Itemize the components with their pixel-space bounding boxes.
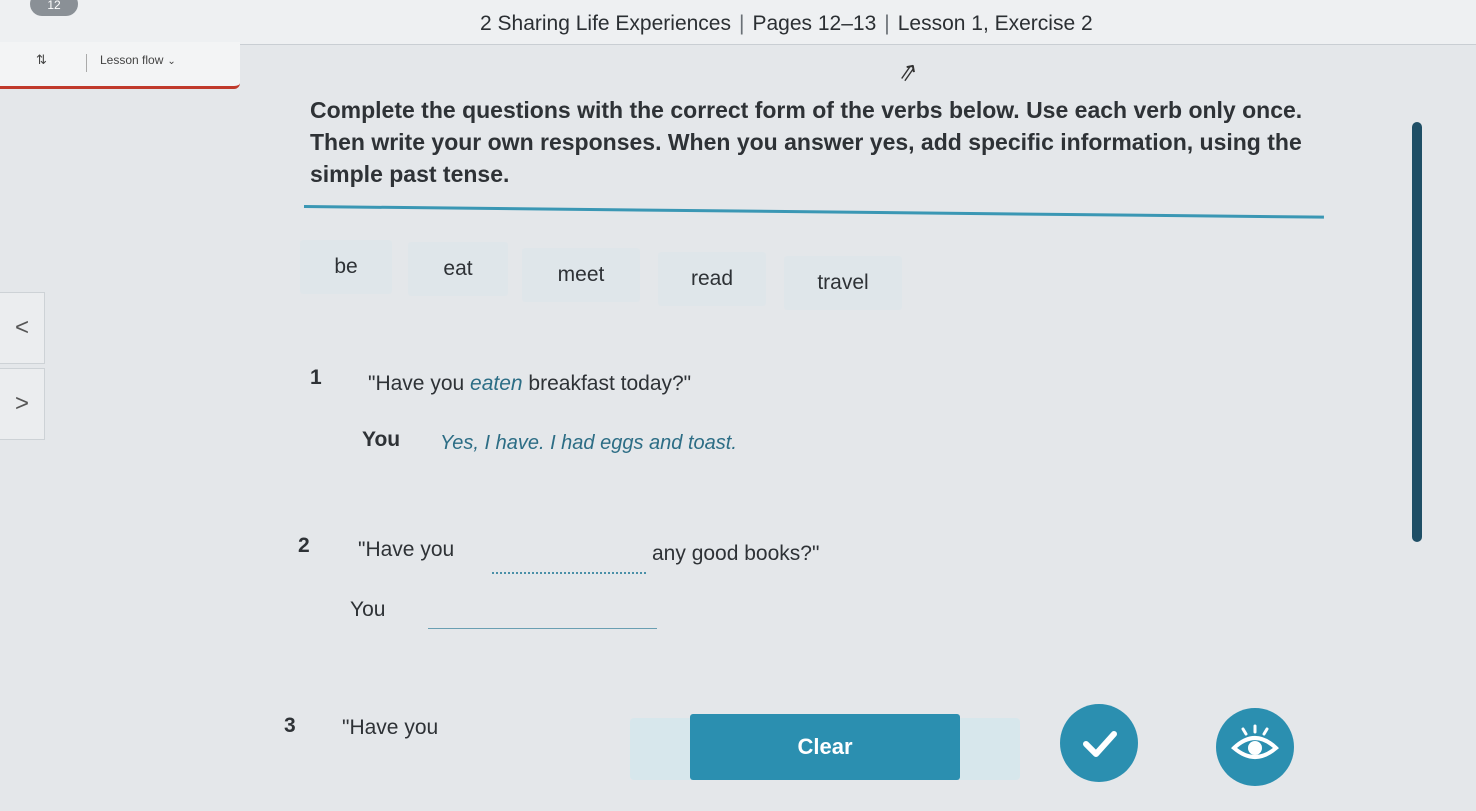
example-answer: Yes, I have. I had eggs and toast. bbox=[440, 432, 737, 454]
question-text: "Have you bbox=[342, 716, 439, 739]
lesson-flow-label: Lesson flow ⌄ bbox=[100, 53, 176, 67]
top-bar: 12 2 Sharing Life Experiences | Pages 12–1… bbox=[0, 0, 1476, 45]
word-travel: travel bbox=[784, 256, 902, 310]
page-title: 2 Sharing Life Experiences | Pages 12–13 | L… bbox=[480, 12, 1093, 35]
check-button[interactable] bbox=[1060, 704, 1138, 782]
word-bank: be eat meet read travel bbox=[300, 240, 940, 310]
response-input[interactable] bbox=[428, 598, 657, 629]
verb-blank-input[interactable] bbox=[492, 542, 646, 574]
word-be: be bbox=[300, 240, 392, 294]
you-label: You bbox=[362, 428, 401, 451]
scrollbar[interactable] bbox=[1412, 122, 1422, 542]
question-text: "Have you bbox=[358, 538, 455, 561]
word-eat: eat bbox=[408, 242, 508, 296]
eye-icon bbox=[1231, 724, 1279, 759]
question-number: 1 bbox=[310, 366, 322, 389]
word-meet: meet bbox=[522, 248, 640, 302]
lesson-flow-icon: ⇅ bbox=[36, 52, 47, 67]
divider bbox=[303, 205, 1324, 219]
check-icon bbox=[1083, 731, 1117, 757]
lesson-label: Lesson 1, Exercise 2 bbox=[897, 12, 1093, 35]
divider bbox=[86, 54, 87, 72]
question-text: "Have you eaten breakfast today?" bbox=[368, 372, 692, 395]
you-label: You bbox=[350, 598, 386, 621]
previous-button[interactable]: < bbox=[0, 292, 45, 364]
question-number: 3 bbox=[284, 714, 296, 737]
clear-button[interactable]: Clear bbox=[690, 714, 960, 780]
show-answers-button[interactable] bbox=[1216, 708, 1294, 786]
lesson-flow-dropdown[interactable]: ⇅ Lesson flow ⌄ bbox=[0, 42, 240, 89]
mouse-cursor-icon: ⇗ bbox=[895, 57, 921, 88]
pages-label: Pages 12–13 bbox=[752, 12, 877, 35]
question-text-end: any good books?" bbox=[652, 542, 820, 565]
question-number: 2 bbox=[298, 534, 310, 557]
example-verb: eaten bbox=[470, 372, 523, 395]
instructions: Complete the questions with the correct … bbox=[310, 97, 1303, 187]
next-button[interactable]: > bbox=[0, 368, 45, 440]
chevron-down-icon: ⌄ bbox=[167, 56, 176, 67]
page-badge: 12 bbox=[30, 0, 78, 16]
word-read: read bbox=[658, 252, 766, 306]
unit-title: 2 Sharing Life Experiences bbox=[480, 12, 731, 35]
